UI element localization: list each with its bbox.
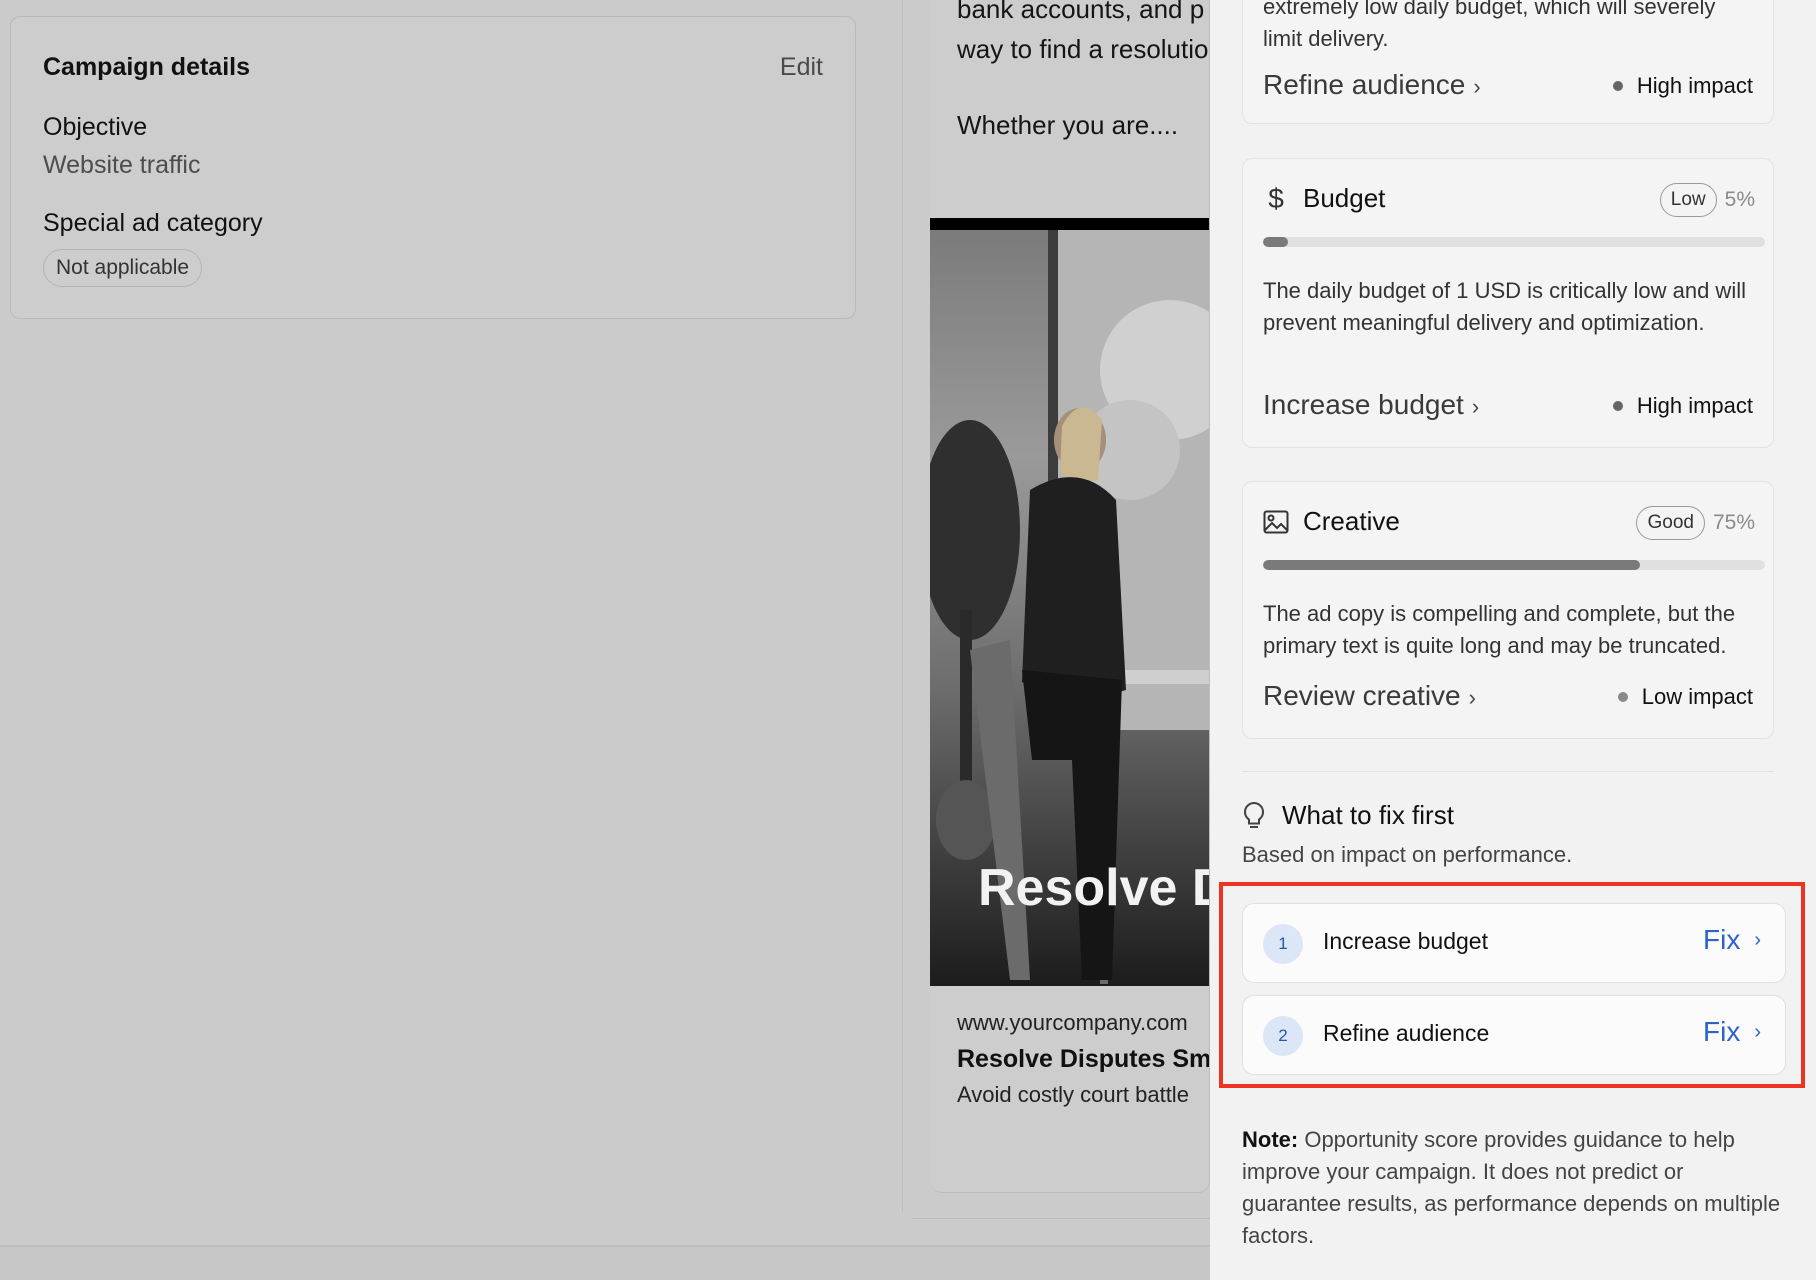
budget-score-bar [1263,237,1765,247]
section-divider [1242,771,1774,772]
ad-image-headline: Resolve D [978,859,1210,917]
ad-body-text-line: Whether you are.... [957,110,1179,140]
fix-button[interactable]: Fix › [1703,924,1761,956]
fix-item[interactable]: 1 Increase budget Fix › [1242,903,1786,983]
fix-button-label: Fix [1703,1016,1741,1047]
budget-impact: High impact [1612,393,1753,419]
edit-link[interactable]: Edit [780,53,823,82]
creative-impact: Low impact [1617,684,1753,710]
campaign-details-card: Campaign details Edit Objective Website … [10,16,856,319]
ad-url[interactable]: www.yourcompany.com [957,1010,1188,1036]
creative-score-percent: 75% [1712,511,1755,534]
refine-audience-link[interactable]: Refine audience › [1263,69,1481,101]
fix-button[interactable]: Fix › [1703,1016,1761,1048]
chevron-right-icon: › [1468,685,1476,710]
preview-bottom-divider [912,1218,1212,1219]
review-creative-link-label: Review creative [1263,680,1461,711]
note-text: Opportunity score provides guidance to h… [1242,1127,1781,1248]
dollar-icon: $ [1268,182,1284,214]
fix-first-subtitle: Based on impact on performance. [1242,842,1573,867]
ad-body-text-line: way to find a resolutio [957,34,1209,64]
fix-item[interactable]: 2 Refine audience Fix › [1242,995,1786,1075]
impact-dot-icon [1612,401,1623,411]
creative-card-description: The ad copy is compelling and complete, … [1263,601,1736,658]
budget-rating-chip: Low [1659,183,1717,217]
ad-body-text-line: bank accounts, and p [957,0,1205,24]
audience-card-text: extremely low daily budget, which will s… [1263,0,1716,19]
chevron-right-icon: › [1754,1020,1761,1043]
refine-audience-link-label: Refine audience [1263,69,1466,100]
fix-item-number: 2 [1263,1016,1303,1056]
budget-card: $ Budget Low 5% The daily budget of 1 US… [1242,158,1774,448]
column-divider [902,0,903,1212]
impact-dot-icon [1612,81,1623,91]
image-icon [1263,509,1289,535]
budget-card-description: The daily budget of 1 USD is critically … [1263,278,1746,335]
ad-image: Resolve D [930,218,1210,986]
lightbulb-icon [1243,801,1265,828]
objective-label: Objective [43,113,148,141]
creative-card-header: Creative [1263,506,1400,537]
special-ad-category-chip: Not applicable [43,249,203,287]
fix-first-header: What to fix first [1242,800,1454,831]
note-label: Note: [1242,1127,1299,1152]
image-icon-svg [1263,510,1289,533]
budget-score: Low 5% [1659,183,1755,217]
review-creative-link[interactable]: Review creative › [1263,680,1476,712]
special-ad-category-label: Special ad category [43,209,263,237]
creative-score: Good 75% [1636,506,1755,540]
fix-item-label: Refine audience [1323,1020,1490,1046]
chevron-right-icon: › [1473,74,1481,99]
creative-card-title: Creative [1303,506,1400,536]
budget-card-header: $ Budget [1263,183,1385,214]
creative-score-bar-fill [1263,560,1640,570]
budget-impact-label: High impact [1636,393,1753,418]
chevron-right-icon: › [1471,394,1480,419]
fix-item-label: Increase budget [1323,928,1488,954]
bottom-bar [0,1245,1210,1280]
campaign-details-title: Campaign details [43,53,250,81]
audience-card: extremely low daily budget, which will s… [1242,0,1774,124]
increase-budget-link[interactable]: Increase budget › [1263,389,1479,421]
audience-impact: High impact [1612,73,1753,99]
fix-first-title: What to fix first [1282,800,1454,830]
ad-headline: Resolve Disputes Sma [957,1045,1210,1073]
fix-button-label: Fix [1703,924,1741,955]
budget-score-bar-fill [1263,237,1289,247]
objective-value: Website traffic [43,151,201,179]
creative-card: Creative Good 75% The ad copy is compell… [1242,481,1774,739]
disclaimer-note: Note: Opportunity score provides guidanc… [1242,1124,1782,1252]
budget-card-title: Budget [1303,183,1386,213]
increase-budget-link-label: Increase budget [1263,389,1464,420]
creative-score-bar [1263,560,1765,570]
audience-card-text: limit delivery. [1263,26,1389,51]
opportunity-score-panel: extremely low daily budget, which will s… [1210,0,1816,1280]
fix-item-number: 1 [1263,924,1303,964]
budget-score-percent: 5% [1724,188,1755,211]
chevron-right-icon: › [1754,928,1761,951]
audience-impact-label: High impact [1636,73,1753,98]
impact-dot-icon [1617,692,1628,702]
ad-preview: bank accounts, and p way to find a resol… [930,0,1210,1193]
creative-impact-label: Low impact [1641,684,1753,709]
ad-description: Avoid costly court battle [957,1082,1189,1107]
creative-rating-chip: Good [1636,506,1705,540]
